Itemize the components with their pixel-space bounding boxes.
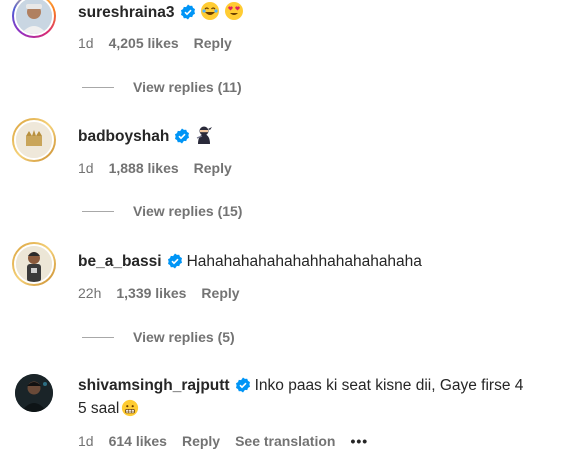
avatar-photo xyxy=(16,0,52,34)
verified-badge-icon xyxy=(235,377,251,400)
avatar-photo xyxy=(16,246,52,282)
view-replies-button[interactable]: View replies (5) xyxy=(82,329,235,345)
replies-divider xyxy=(82,337,114,338)
avatar[interactable] xyxy=(12,0,56,38)
verified-badge-icon xyxy=(167,253,183,276)
likes-count[interactable]: 4,205 likes xyxy=(109,35,179,51)
comment-time: 22h xyxy=(78,285,102,301)
ninja-emoji-icon xyxy=(194,125,214,152)
view-replies-label: View replies (11) xyxy=(133,79,242,95)
verified-badge-icon xyxy=(174,128,190,151)
likes-count[interactable]: 1,339 likes xyxy=(116,285,186,301)
comment-time: 1d xyxy=(78,433,94,449)
replies-divider xyxy=(82,211,114,212)
view-replies-label: View replies (15) xyxy=(133,203,243,219)
avatar-photo xyxy=(15,374,53,412)
reply-button[interactable]: Reply xyxy=(194,160,232,176)
verified-badge-icon xyxy=(180,4,196,27)
heart-eyes-emoji-icon xyxy=(224,1,244,28)
see-translation-button[interactable]: See translation xyxy=(235,433,335,449)
reply-button[interactable]: Reply xyxy=(182,433,220,449)
avatar[interactable] xyxy=(12,118,56,162)
laughing-emoji-icon xyxy=(200,1,220,28)
replies-divider xyxy=(82,87,114,88)
avatar[interactable] xyxy=(12,242,56,286)
comment-time: 1d xyxy=(78,35,94,51)
avatar[interactable] xyxy=(15,374,53,412)
reply-button[interactable]: Reply xyxy=(194,35,232,51)
grimacing-emoji-icon xyxy=(121,399,139,424)
view-replies-label: View replies (5) xyxy=(133,329,235,345)
avatar-photo xyxy=(16,122,52,158)
comment-text-line2: 5 saal xyxy=(78,400,120,417)
reply-button[interactable]: Reply xyxy=(201,285,239,301)
comment-text: Hahahahahahahahhahahahahaha xyxy=(186,253,422,270)
username[interactable]: be_a_bassi xyxy=(78,253,162,270)
likes-count[interactable]: 1,888 likes xyxy=(109,160,179,176)
comment-time: 1d xyxy=(78,160,94,176)
view-replies-button[interactable]: View replies (11) xyxy=(82,79,242,95)
more-options-icon[interactable]: ••• xyxy=(350,433,368,449)
username[interactable]: sureshraina3 xyxy=(78,4,175,21)
likes-count[interactable]: 614 likes xyxy=(109,433,167,449)
username[interactable]: badboyshah xyxy=(78,128,169,145)
username[interactable]: shivamsingh_rajputt xyxy=(78,377,230,394)
view-replies-button[interactable]: View replies (15) xyxy=(82,203,242,219)
comment-text-line1: Inko paas ki seat kisne dii, Gaye firse … xyxy=(254,377,524,394)
